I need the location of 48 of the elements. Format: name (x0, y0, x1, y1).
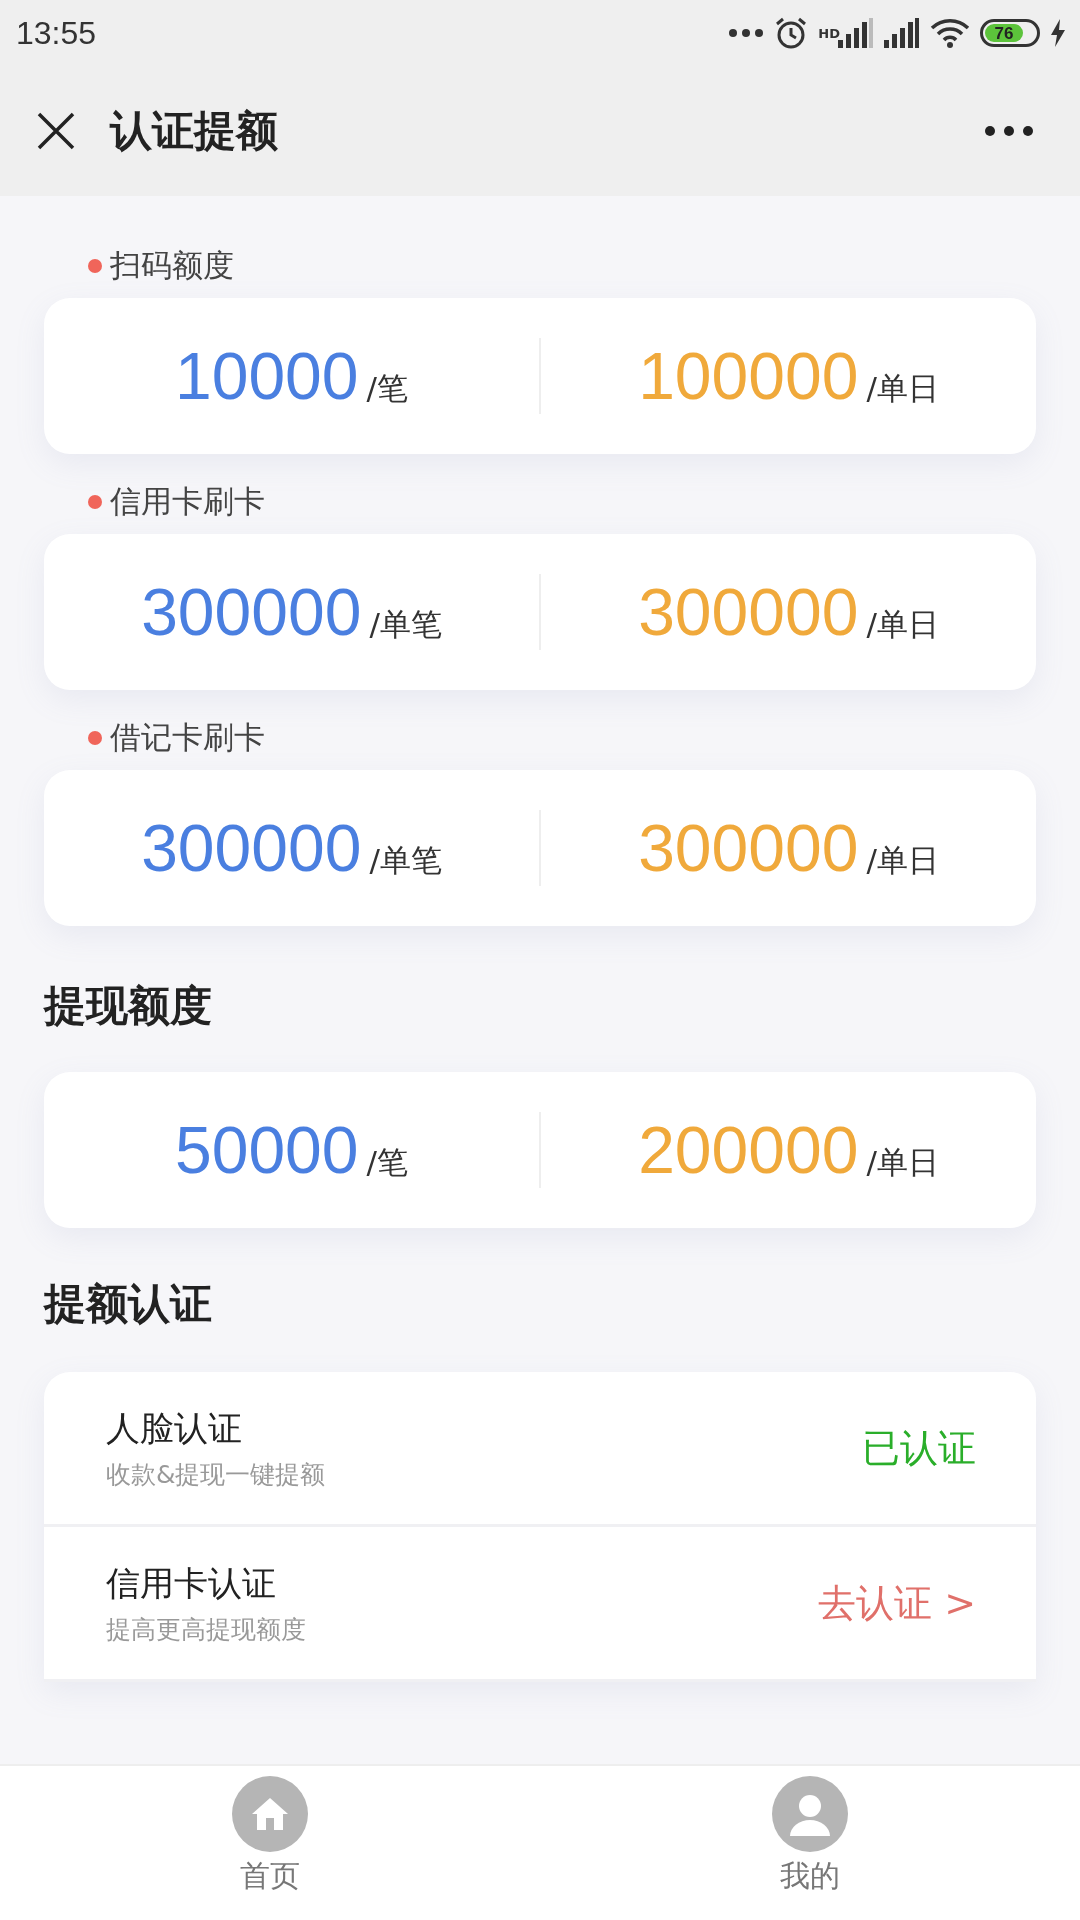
limit-amount: 50000 (175, 1112, 359, 1188)
limit-unit: /笔 (366, 369, 408, 408)
section-heading: 提额认证 (44, 1278, 213, 1330)
tab-item[interactable]: 我的 (540, 1766, 1080, 1920)
limit-amount: 200000 (638, 1112, 859, 1188)
status-time: 13:55 (16, 14, 97, 52)
section-label: 扫码额度 (110, 246, 234, 285)
wifi-icon (930, 17, 970, 49)
close-icon[interactable] (36, 111, 76, 151)
limit-unit: /单笔 (369, 841, 442, 880)
user-icon (772, 1776, 848, 1852)
home-icon (232, 1776, 308, 1852)
limit-unit: /单日 (866, 369, 939, 408)
more-icon[interactable] (984, 125, 1034, 137)
alarm-icon (774, 16, 809, 50)
limit-amount: 300000 (141, 574, 362, 650)
signal-icon (884, 18, 920, 48)
verification-row[interactable]: 人脸认证 收款&提现一键提额 已认证 (44, 1372, 1036, 1527)
tab-item[interactable]: 首页 (0, 1766, 540, 1920)
limit-unit: /单日 (866, 841, 939, 880)
verification-row[interactable]: 信用卡认证 提高更高提现额度 去认证 > (44, 1527, 1036, 1682)
verification-subtitle: 收款&提现一键提额 (106, 1458, 326, 1491)
verification-title: 人脸认证 (106, 1406, 243, 1450)
limit-unit: /笔 (366, 1143, 408, 1182)
bullet-dot-icon (88, 495, 102, 509)
limit-unit: /单日 (866, 1143, 939, 1182)
limit-amount: 100000 (638, 338, 859, 414)
network-label: HD (818, 26, 840, 41)
limit-amount: 300000 (638, 810, 859, 886)
section-label: 借记卡刷卡 (110, 718, 265, 757)
bullet-dot-icon (88, 259, 102, 273)
limit-amount: 300000 (141, 810, 362, 886)
section-label: 信用卡刷卡 (110, 482, 265, 521)
limit-unit: /单日 (866, 605, 939, 644)
section-heading: 提现额度 (44, 980, 213, 1032)
more-dots-icon (728, 28, 765, 38)
verification-status: 已认证 (862, 1424, 976, 1472)
limit-unit: /单笔 (369, 605, 442, 644)
verification-title: 信用卡认证 (106, 1561, 277, 1605)
limit-amount: 10000 (175, 338, 359, 414)
battery-icon: 76 (980, 19, 1040, 47)
page-title: 认证提额 (110, 105, 279, 157)
charging-bolt-icon (1050, 19, 1066, 47)
bullet-dot-icon (88, 731, 102, 745)
limit-amount: 300000 (638, 574, 859, 650)
verification-status[interactable]: 去认证 > (818, 1577, 976, 1629)
signal-icon (838, 18, 874, 48)
verification-subtitle: 提高更高提现额度 (106, 1613, 306, 1646)
